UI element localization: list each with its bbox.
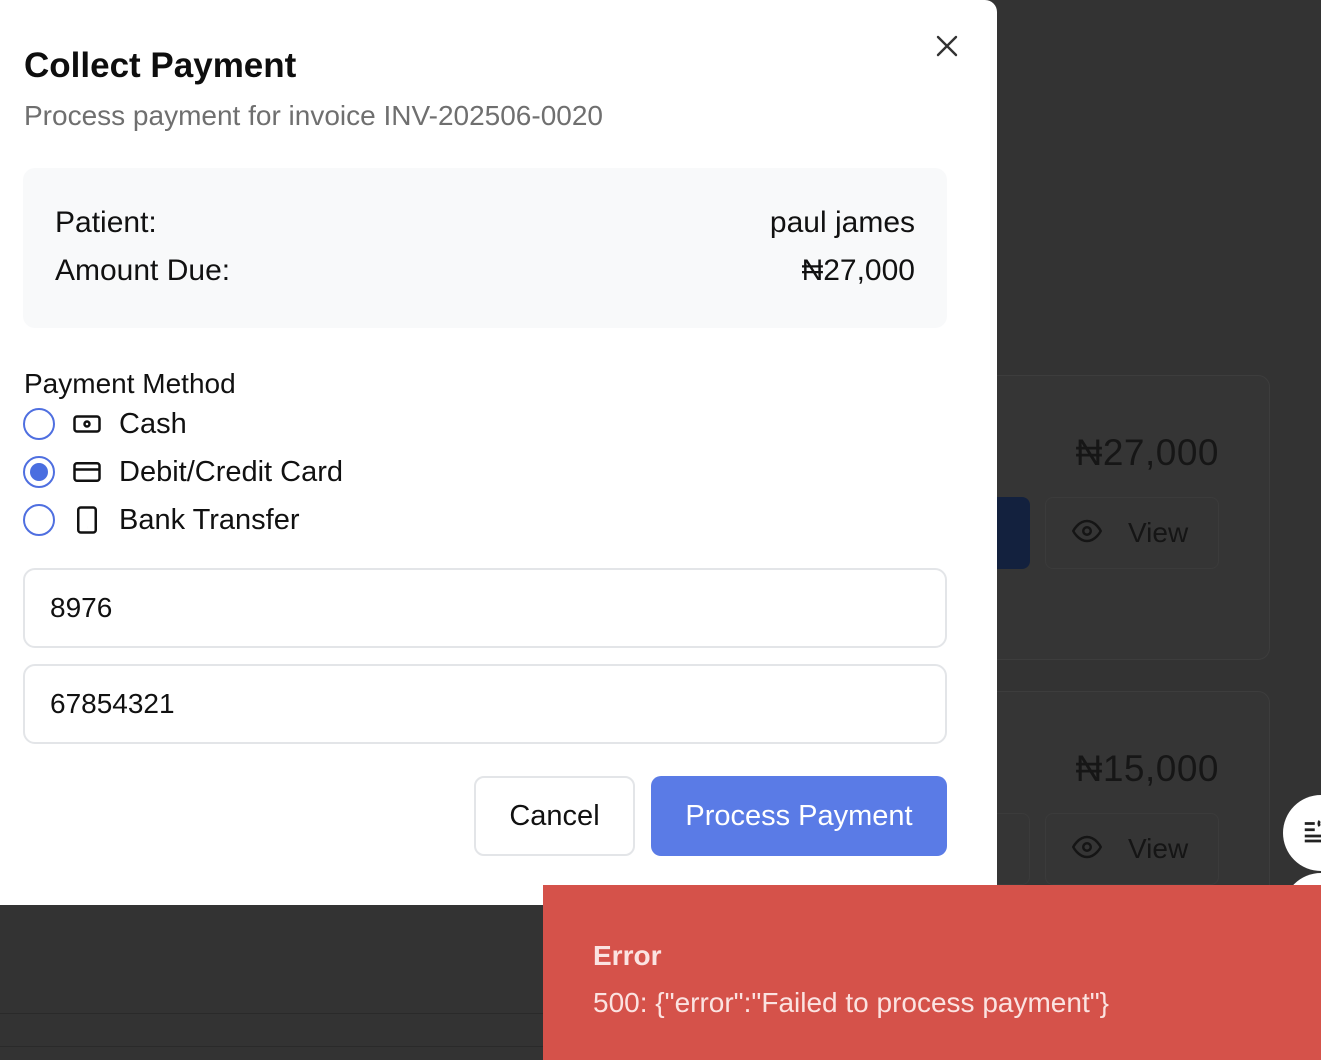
view-button[interactable]: View xyxy=(1045,813,1219,885)
radio-button[interactable] xyxy=(23,408,55,440)
invoice-amount: ₦27,000 xyxy=(1075,432,1219,473)
amount-due-label: Amount Due: xyxy=(55,254,231,287)
smartphone-icon xyxy=(71,504,103,536)
amount-due-row: Amount Due: ₦27,000 xyxy=(55,254,915,288)
toast-message: 500: {"error":"Failed to process payment… xyxy=(593,987,1110,1018)
reference-number-input[interactable] xyxy=(50,688,945,720)
patient-label: Patient: xyxy=(55,206,157,239)
quote-icon xyxy=(1301,816,1321,851)
amount-due-value: ₦27,000 xyxy=(801,254,915,287)
toast-title: Error xyxy=(593,940,662,971)
close-icon xyxy=(935,34,959,63)
patient-value: paul james xyxy=(769,206,915,239)
radio-button[interactable] xyxy=(23,504,55,536)
close-button[interactable] xyxy=(929,30,965,66)
payment-option-label: Debit/Credit Card xyxy=(119,455,344,488)
process-payment-button[interactable]: Process Payment xyxy=(651,776,947,856)
collect-payment-dialog: Collect Payment Process payment for invo… xyxy=(0,0,997,905)
invoice-amount: ₦15,000 xyxy=(1075,748,1219,789)
view-button[interactable]: View xyxy=(1045,497,1219,569)
eye-icon xyxy=(1071,516,1103,551)
card-last-digits-field[interactable] xyxy=(23,568,947,648)
cancel-button[interactable]: Cancel xyxy=(474,776,635,856)
payment-method-label: Payment Method xyxy=(24,368,236,399)
payment-option-label: Bank Transfer xyxy=(119,503,300,536)
error-toast[interactable]: Error 500: {"error":"Failed to process p… xyxy=(543,885,1321,1060)
dialog-subtitle: Process payment for invoice INV-202506-0… xyxy=(24,100,603,131)
payment-option-label: Cash xyxy=(119,407,187,440)
banknote-icon xyxy=(71,408,103,440)
payment-option-cash[interactable]: Cash xyxy=(23,407,187,441)
dialog-title: Collect Payment xyxy=(24,46,297,85)
payment-option-card[interactable]: Debit/Credit Card xyxy=(23,455,343,489)
payment-option-bank-transfer[interactable]: Bank Transfer xyxy=(23,503,300,537)
feedback-button[interactable] xyxy=(1283,795,1321,871)
radio-selected-dot xyxy=(30,463,48,481)
credit-card-icon xyxy=(71,456,103,488)
invoice-summary: Patient: paul james Amount Due: ₦27,000 xyxy=(23,168,947,328)
view-button-label: View xyxy=(1128,833,1189,864)
reference-number-field[interactable] xyxy=(23,664,947,744)
radio-button[interactable] xyxy=(23,456,55,488)
card-last-digits-input[interactable] xyxy=(50,592,945,624)
eye-icon xyxy=(1071,832,1103,867)
patient-row: Patient: paul james xyxy=(55,206,915,240)
view-button-label: View xyxy=(1128,517,1189,548)
